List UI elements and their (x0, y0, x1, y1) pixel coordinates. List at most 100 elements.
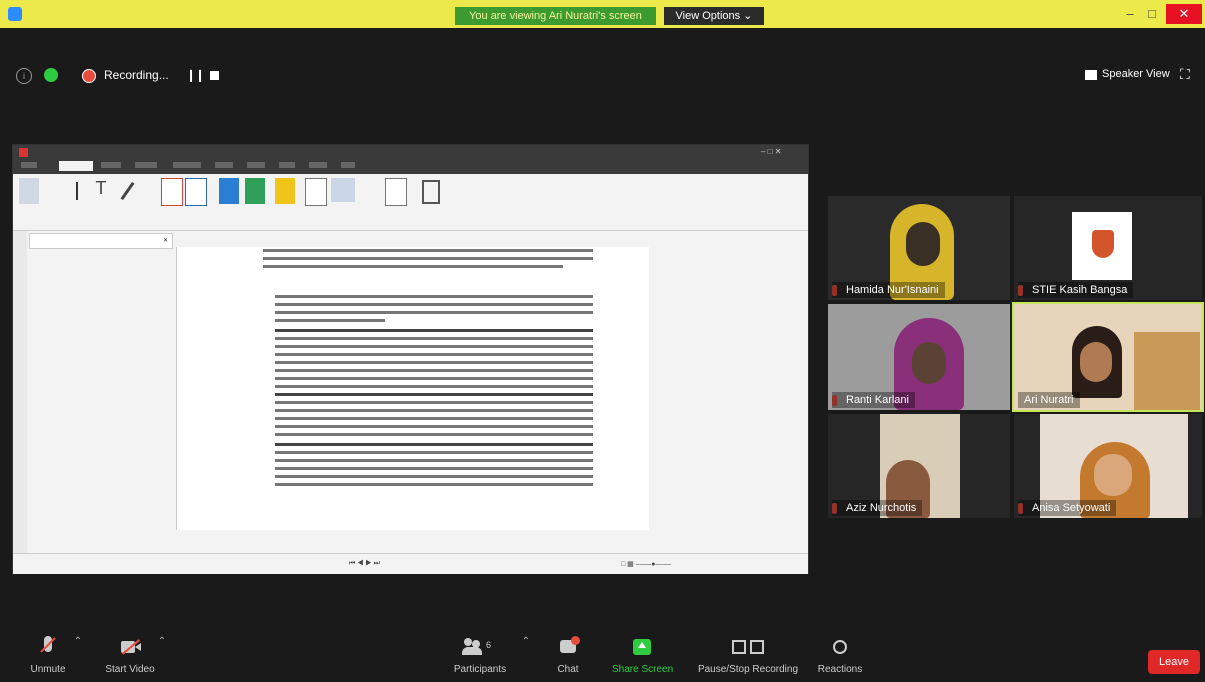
pdf-statusbar: ⏮ ◀ ▶ ⏭ □ ▦ ––––●–––– (13, 553, 808, 574)
pdf-window-controls-icon: – □ ✕ (761, 147, 782, 156)
recording-label: Recording... (104, 68, 169, 82)
participant-tile[interactable]: Aziz Nurchotis (828, 414, 1010, 518)
participants-count: 6 (486, 640, 492, 650)
pause-recording-icon[interactable]: ❙❙ (186, 68, 205, 82)
page-icon (305, 178, 327, 206)
participant-tile[interactable]: STIE Kasih Bangsa (1014, 196, 1202, 300)
hand-tool-icon (19, 178, 39, 204)
unmute-button[interactable]: Unmute (26, 636, 70, 675)
top-banner: You are viewing Ari Nuratri's screen Vie… (0, 0, 1205, 28)
participant-face (912, 342, 946, 384)
close-button[interactable]: ✕ (1166, 4, 1202, 24)
start-video-button[interactable]: Start Video (100, 636, 160, 675)
participant-tile[interactable]: Ranti Karlani (828, 304, 1010, 410)
rotate-icon (331, 178, 355, 202)
text-line (263, 257, 593, 260)
text-tool-icon: T (95, 178, 107, 198)
participants-button[interactable]: 6 Participants (444, 636, 516, 675)
reactions-button[interactable]: Reactions (810, 636, 870, 675)
highlight-icon (275, 178, 295, 204)
ribbon-tab (21, 162, 37, 168)
participant-name: STIE Kasih Bangsa (1018, 282, 1134, 298)
zoom-logo-icon (8, 7, 22, 21)
fullscreen-icon[interactable]: ⛶ (1180, 66, 1190, 83)
pause-stop-recording-label: Pause/Stop Recording (697, 664, 799, 675)
shared-screen: – □ ✕ T ✕ ⏮ ◀ ▶ ⏭ □ ▦ ––––●–––– (12, 144, 809, 574)
text-line (263, 265, 563, 268)
minimize-button[interactable]: – (1120, 4, 1140, 24)
participant-tile[interactable]: Hamida Nur'Isnaini (828, 196, 1010, 300)
share-screen-label: Share Screen (612, 664, 674, 675)
info-icon[interactable]: i (16, 68, 32, 84)
text-line (275, 467, 593, 470)
chat-icon (557, 636, 580, 658)
export-icon (245, 178, 265, 204)
select-tool-icon (67, 178, 87, 204)
text-line (275, 303, 593, 306)
view-options-button[interactable]: View Options ⌄ (664, 7, 764, 25)
meeting-toolbar: i Recording... ❙❙ Speaker View ⛶ (0, 30, 1205, 84)
insert-icon (219, 178, 239, 204)
smiley-icon (829, 636, 851, 658)
participant-name: Hamida Nur'Isnaini (832, 282, 945, 298)
ribbon-tab (215, 162, 233, 168)
chat-button[interactable]: Chat (548, 636, 588, 675)
ribbon-tab (135, 162, 157, 168)
text-line (275, 385, 593, 388)
text-line (275, 475, 593, 478)
page-navigation[interactable]: ⏮ ◀ ▶ ⏭ (349, 560, 380, 568)
audio-options-chevron-icon[interactable]: ⌃ (72, 636, 84, 647)
pen-tool-icon (117, 178, 137, 204)
text-line (275, 353, 593, 356)
text-line (275, 337, 593, 340)
text-line (275, 345, 593, 348)
participant-tile[interactable]: Anisa Setyowati (1014, 414, 1202, 518)
ribbon-tab (341, 162, 355, 168)
participant-face (1094, 454, 1132, 496)
pdf-file-icon (161, 178, 183, 206)
share-screen-icon (631, 636, 653, 658)
speaker-view-button[interactable]: Speaker View (1102, 68, 1170, 80)
pdf-ribbon: T (13, 174, 808, 231)
view-options-label: View Options (675, 10, 741, 22)
text-line (275, 369, 593, 372)
meeting-controls: Unmute ⌃ Start Video ⌃ 6 Participants ⌃ … (0, 636, 1205, 682)
recording-icon (82, 69, 96, 83)
participants-label: Participants (453, 664, 507, 675)
participants-icon: 6 (460, 636, 500, 658)
unmute-label: Unmute (30, 664, 66, 675)
pdf-titlebar: – □ ✕ (13, 145, 808, 160)
pause-stop-recording-button[interactable]: Pause/Stop Recording (694, 636, 802, 675)
speaker-view-icon (1085, 70, 1097, 80)
participant-name: Anisa Setyowati (1018, 500, 1117, 516)
institution-logo (1072, 212, 1132, 280)
stop-recording-icon[interactable] (210, 71, 219, 80)
text-line (275, 425, 593, 428)
participant-name: Aziz Nurchotis (832, 500, 923, 516)
doc-file-icon (185, 178, 207, 206)
pdf-ribbon-tabs (13, 160, 808, 174)
text-line (275, 433, 593, 436)
text-line (275, 409, 593, 412)
share-screen-button[interactable]: Share Screen (612, 636, 674, 675)
zoom-slider[interactable]: □ ▦ ––––●–––– (621, 560, 671, 568)
encryption-shield-icon[interactable] (44, 68, 58, 82)
pdf-app-icon (19, 148, 28, 157)
ribbon-tab (279, 162, 295, 168)
text-line (275, 443, 593, 446)
doc-tab-close-icon[interactable]: ✕ (163, 234, 168, 248)
text-line (275, 393, 593, 396)
muted-microphone-icon (37, 636, 59, 658)
video-options-chevron-icon[interactable]: ⌃ (156, 636, 168, 647)
viewing-banner: You are viewing Ari Nuratri's screen (455, 7, 656, 25)
text-line (275, 329, 593, 332)
maximize-button[interactable]: □ (1142, 4, 1162, 24)
ribbon-tab (247, 162, 265, 168)
pdf-sidebar (13, 231, 27, 553)
ribbon-tab (101, 162, 121, 168)
leave-button[interactable]: Leave (1148, 650, 1200, 674)
pdf-document-tab[interactable]: ✕ (29, 233, 173, 249)
participants-options-chevron-icon[interactable]: ⌃ (520, 636, 532, 647)
participant-tile-active-speaker[interactable]: Ari Nuratri (1012, 302, 1204, 412)
text-line (263, 249, 593, 252)
